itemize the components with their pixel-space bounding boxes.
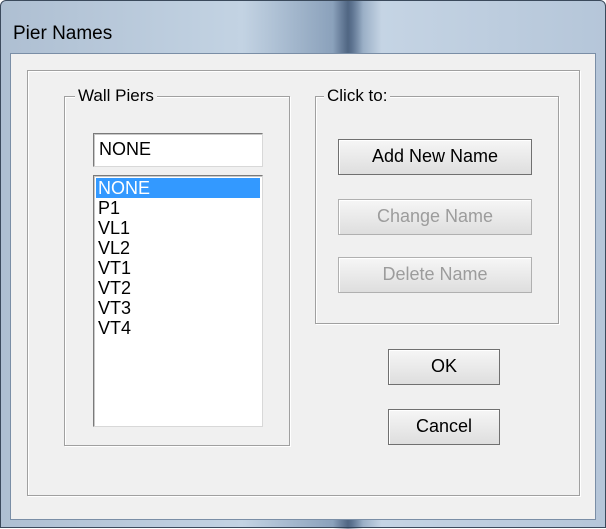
list-item[interactable]: NONE xyxy=(96,178,260,198)
click-to-group: Click to: Add New Name Change Name Delet… xyxy=(315,86,559,324)
change-name-button[interactable]: Change Name xyxy=(338,199,532,235)
list-item[interactable]: VT4 xyxy=(96,318,260,338)
pier-name-input[interactable]: NONE xyxy=(93,133,263,167)
list-item[interactable]: P1 xyxy=(96,198,260,218)
ok-button[interactable]: OK xyxy=(388,349,500,385)
cancel-button[interactable]: Cancel xyxy=(388,409,500,445)
click-to-group-label: Click to: xyxy=(324,86,391,106)
wall-piers-group: Wall Piers NONE NONE P1 VL1 VL2 VT1 VT2 … xyxy=(64,86,290,446)
dialog-client-area: Wall Piers NONE NONE P1 VL1 VL2 VT1 VT2 … xyxy=(10,53,596,520)
list-item[interactable]: VL1 xyxy=(96,218,260,238)
dialog-frame: Wall Piers NONE NONE P1 VL1 VL2 VT1 VT2 … xyxy=(27,70,580,496)
list-item[interactable]: VT3 xyxy=(96,298,260,318)
delete-name-button[interactable]: Delete Name xyxy=(338,257,532,293)
list-item[interactable]: VL2 xyxy=(96,238,260,258)
pier-names-window: Pier Names Wall Piers NONE NONE P1 VL1 V… xyxy=(0,0,606,529)
list-item[interactable]: VT2 xyxy=(96,278,260,298)
list-item[interactable]: VT1 xyxy=(96,258,260,278)
title-bar[interactable]: Pier Names xyxy=(1,1,605,53)
wall-piers-group-label: Wall Piers xyxy=(75,86,157,106)
add-new-name-button[interactable]: Add New Name xyxy=(338,139,532,175)
pier-names-list[interactable]: NONE P1 VL1 VL2 VT1 VT2 VT3 VT4 xyxy=(93,175,263,427)
window-title: Pier Names xyxy=(13,23,113,44)
